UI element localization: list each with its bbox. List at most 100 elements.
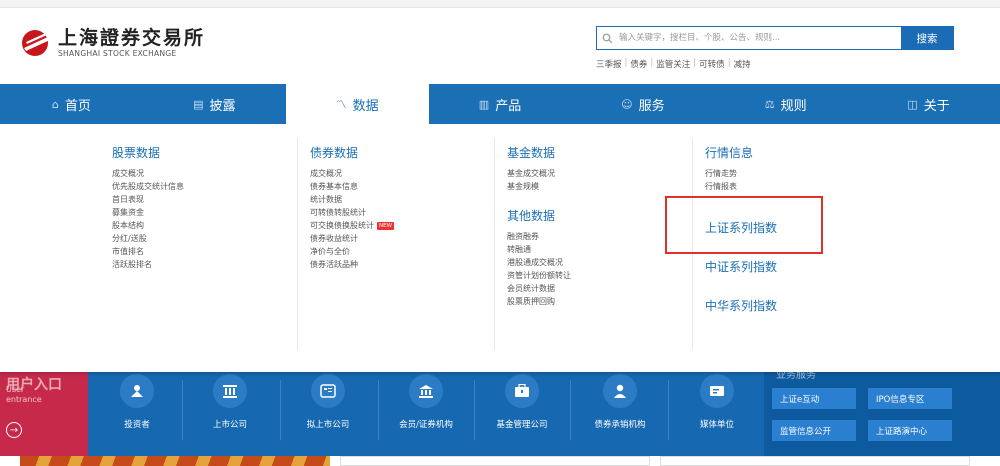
menu-link[interactable]: 活跃股排名 — [112, 258, 184, 271]
quick-item-pre-ipo[interactable]: 拟上市公司 — [283, 372, 373, 456]
stock-data-heading[interactable]: 股票数据 — [112, 144, 184, 161]
nav-label: 产品 — [495, 98, 522, 114]
new-badge: NEW — [377, 222, 395, 230]
menu-link[interactable]: 市值排名 — [112, 245, 184, 258]
sse-logo-icon — [22, 30, 52, 56]
other-data-heading[interactable]: 其他数据 — [507, 207, 571, 224]
quick-item-media[interactable]: 媒体单位 — [672, 372, 762, 456]
divider — [280, 380, 281, 440]
menu-link[interactable]: 基金规模 — [507, 180, 571, 193]
promo-banner[interactable] — [20, 456, 330, 466]
site-header: 上海證券交易所 SHANGHAI STOCK EXCHANGE 搜索 三季报| … — [0, 8, 1000, 84]
news-card — [340, 456, 650, 466]
menu-link[interactable]: 股票质押回购 — [507, 295, 571, 308]
nav-item-products[interactable]: ▥ 产品 — [429, 84, 572, 124]
menu-link[interactable]: 基金成交概况 — [507, 167, 571, 180]
divider — [570, 380, 571, 440]
user-entrance-english: User entrance — [6, 385, 42, 404]
briefcase-icon — [505, 374, 539, 408]
market-info-column: 行情信息 行情走势 行情报表 上证系列指数 中证系列指数 中华系列指数 — [692, 138, 777, 350]
menu-link[interactable]: 募集资金 — [112, 206, 184, 219]
nav-item-about[interactable]: ◫ 关于 — [857, 84, 1000, 124]
divider — [182, 380, 183, 440]
person-icon — [603, 374, 637, 408]
fund-data-column: 基金数据 基金成交概况 基金规模 其他数据 融资融券 转融通 港股通成交概况 资… — [494, 138, 571, 350]
bar-chart-icon: ▥ — [478, 97, 490, 111]
menu-link[interactable]: 债券活跃品种 — [310, 258, 394, 271]
hot-link[interactable]: 减持 — [734, 58, 751, 70]
quick-item-label: 债券承销机构 — [594, 420, 646, 430]
nav-label: 关于 — [923, 98, 950, 114]
roadshow-center-button[interactable]: 上证路演中心 — [868, 420, 952, 441]
menu-link[interactable]: 可转债转股统计 — [310, 206, 394, 219]
menu-link[interactable]: 转融通 — [507, 243, 571, 256]
menu-link[interactable]: 优先股成交统计信息 — [112, 180, 184, 193]
book-icon: ◫ — [907, 97, 918, 111]
menu-link[interactable]: 成交概况 — [310, 167, 394, 180]
nav-item-data[interactable]: 〽数据 — [285, 84, 429, 124]
index-link-cni[interactable]: 中华系列指数 — [705, 297, 777, 314]
menu-link[interactable]: 资管计划份额转让 — [507, 269, 571, 282]
quick-item-member[interactable]: 会员/证券机构 — [381, 372, 471, 456]
quick-item-listed-company[interactable]: 上市公司 — [185, 372, 275, 456]
fund-data-heading[interactable]: 基金数据 — [507, 144, 571, 161]
nav-label: 规则 — [780, 98, 807, 114]
hot-search-links: 三季报 | 债券 | 监管关注 | 可转债 | 减持 — [596, 58, 751, 70]
quick-item-label: 会员/证券机构 — [399, 420, 453, 430]
user-entrance[interactable]: 用户入口 User entrance → — [0, 372, 88, 456]
index-link-sse[interactable]: 上证系列指数 — [705, 219, 777, 236]
index-link-csi[interactable]: 中证系列指数 — [705, 258, 777, 275]
nav-item-services[interactable]: ☺ 服务 — [571, 84, 714, 124]
menu-link[interactable]: 成交概况 — [112, 167, 184, 180]
menu-link[interactable]: 债券基本信息 — [310, 180, 394, 193]
quick-item-fund-manager[interactable]: 基金管理公司 — [477, 372, 567, 456]
hot-link[interactable]: 三季报 — [596, 58, 622, 70]
menu-link[interactable]: 首日表现 — [112, 193, 184, 206]
quick-item-label: 拟上市公司 — [306, 420, 350, 430]
quick-item-label: 上市公司 — [212, 420, 247, 430]
search-icon — [597, 27, 617, 49]
nav-item-disclosure[interactable]: ▤ 披露 — [143, 84, 286, 124]
divider — [668, 380, 669, 440]
menu-link[interactable]: 会员统计数据 — [507, 282, 571, 295]
market-info-heading[interactable]: 行情信息 — [705, 144, 777, 161]
arrow-right-icon[interactable]: → — [6, 422, 22, 438]
menu-link[interactable]: 行情走势 — [705, 167, 777, 180]
main-nav: ⌂ 首页 ▤ 披露 〽数据 ▥ 产品 ☺ 服务 ⚖ 规则 ◫ 关于 — [0, 84, 1000, 124]
scale-icon: ⚖ — [764, 97, 775, 111]
menu-link[interactable]: 股本结构 — [112, 219, 184, 232]
hot-link[interactable]: 债券 — [630, 58, 647, 70]
data-dropdown-menu: 股票数据 成交概况 优先股成交统计信息 首日表现 募集资金 股本结构 分红/送股… — [0, 124, 1000, 372]
logo[interactable]: 上海證券交易所 SHANGHAI STOCK EXCHANGE — [20, 28, 205, 58]
menu-link[interactable]: 行情报表 — [705, 180, 777, 193]
quick-item-investor[interactable]: 投资者 — [92, 372, 182, 456]
menu-link[interactable]: 统计数据 — [310, 193, 394, 206]
menu-link-with-badge[interactable]: 可交换债换股统计 NEW — [310, 219, 395, 232]
menu-link[interactable]: 港股通成交概况 — [507, 256, 571, 269]
menu-link[interactable]: 债券收益统计 — [310, 232, 394, 245]
bank-icon — [409, 374, 443, 408]
menu-link[interactable]: 净价与全价 — [310, 245, 394, 258]
search-button[interactable]: 搜索 — [901, 27, 953, 49]
news-card — [660, 456, 970, 466]
search-input[interactable] — [617, 27, 901, 49]
home-icon: ⌂ — [51, 97, 59, 111]
bond-data-heading[interactable]: 债券数据 — [310, 144, 394, 161]
building-icon — [213, 374, 247, 408]
sse-einteract-button[interactable]: 上证e互动 — [772, 388, 856, 409]
nav-item-home[interactable]: ⌂ 首页 — [0, 84, 143, 124]
menu-link[interactable]: 融资融券 — [507, 230, 571, 243]
quick-item-bond-underwriter[interactable]: 债券承销机构 — [575, 372, 665, 456]
ipo-info-button[interactable]: IPO信息专区 — [868, 388, 952, 409]
hot-link[interactable]: 监管关注 — [656, 58, 690, 70]
menu-link[interactable]: 分红/送股 — [112, 232, 184, 245]
slides-icon — [311, 374, 345, 408]
divider — [378, 380, 379, 440]
document-icon: ▤ — [193, 97, 204, 111]
regulatory-info-button[interactable]: 监管信息公开 — [772, 420, 856, 441]
quick-item-label: 投资者 — [124, 420, 150, 430]
hot-link[interactable]: 可转债 — [699, 58, 725, 70]
nav-item-rules[interactable]: ⚖ 规则 — [714, 84, 857, 124]
search-bar: 搜索 — [596, 26, 954, 50]
bond-data-column: 债券数据 成交概况 债券基本信息 统计数据 可转债转股统计 可交换债换股统计 NE… — [297, 138, 395, 350]
